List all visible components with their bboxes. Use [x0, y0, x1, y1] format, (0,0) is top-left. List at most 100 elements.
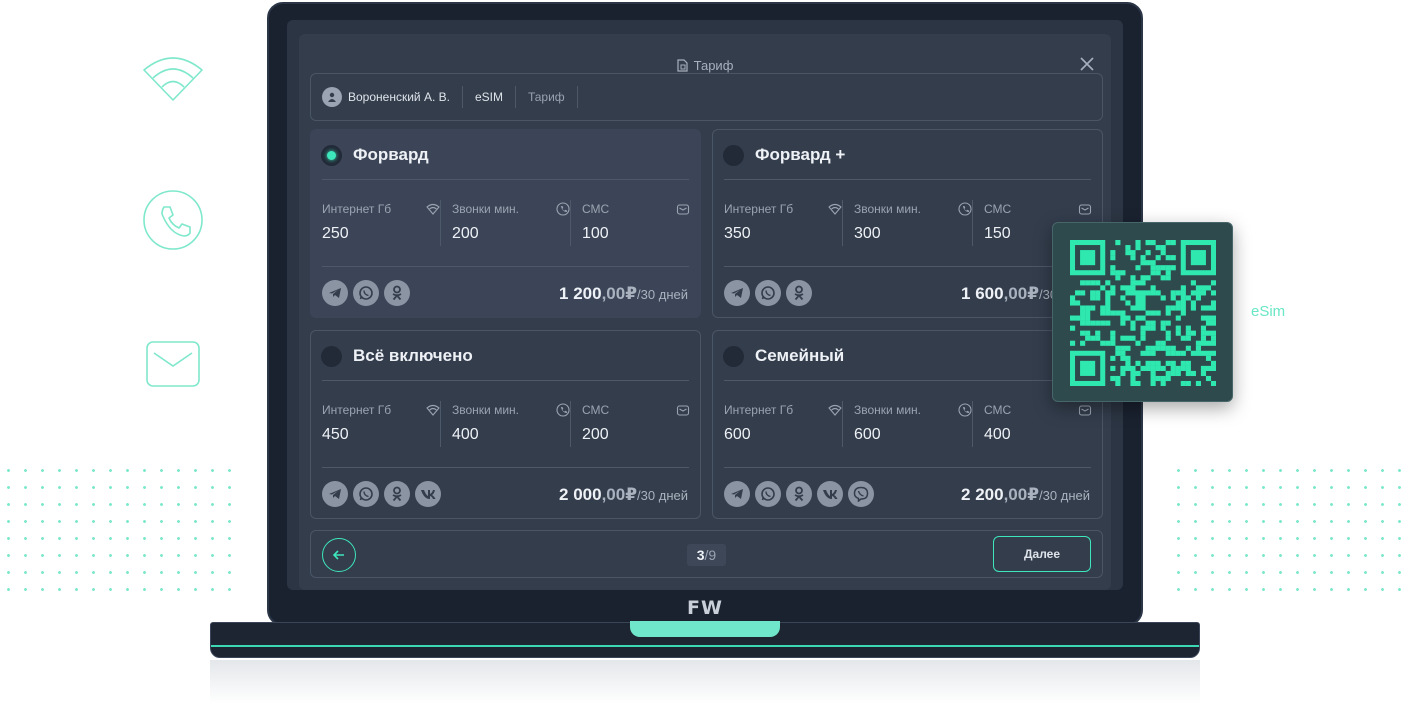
wifi-icon: [426, 403, 440, 417]
plan-radio[interactable]: [723, 145, 744, 166]
esim-label: eSim: [1251, 303, 1286, 320]
tariff-dialog: Тариф Вороненский А. В. eSIM Тариф Форва…: [299, 34, 1111, 590]
breadcrumb-user-name: Вороненский А. В.: [348, 90, 450, 104]
mail-icon: [676, 403, 690, 417]
price-currency: ₽: [625, 284, 638, 303]
whatsapp-icon: [353, 481, 379, 507]
metric-value: 600: [854, 426, 881, 443]
metric-value: 400: [452, 426, 479, 443]
back-button[interactable]: [322, 538, 356, 572]
metric-calls: Звонки мин. 200: [452, 202, 570, 246]
metric-sms: СМС 200: [582, 403, 690, 447]
divider: [724, 179, 1091, 180]
qr-code: [1070, 240, 1216, 386]
plan-card[interactable]: Всё включено Интернет Гб 450 Звонки мин. 400…: [310, 330, 701, 519]
plan-card[interactable]: Семейный Интернет Гб 600 Звонки мин. 600 СМС 4…: [712, 330, 1103, 519]
metric-value: 400: [984, 426, 1011, 443]
metric-label: Интернет Гб: [724, 202, 794, 216]
included-apps: [724, 481, 874, 507]
metric-internet: Интернет Гб 350: [724, 202, 842, 246]
mail-icon: [1078, 403, 1092, 417]
wifi-icon: [143, 57, 203, 101]
metric-label: Интернет Гб: [724, 403, 794, 417]
plan-name: Форвард +: [755, 145, 846, 164]
price-currency: ₽: [1027, 485, 1040, 504]
user-icon: [328, 92, 336, 102]
odnoklassniki-icon: [384, 280, 410, 306]
breadcrumb-user[interactable]: Вороненский А. В.: [322, 86, 463, 108]
included-apps: [724, 280, 812, 306]
divider: [972, 401, 973, 447]
telegram-icon: [724, 280, 750, 306]
divider: [322, 179, 689, 180]
laptop-base: [210, 621, 1200, 658]
metric-label: Интернет Гб: [322, 403, 392, 417]
mail-icon: [676, 202, 690, 216]
metric-internet: Интернет Гб 600: [724, 403, 842, 447]
price-cents: ,00: [601, 284, 626, 303]
metric-label: СМС: [582, 403, 610, 417]
telegram-icon: [724, 481, 750, 507]
price-main: 2 000: [559, 485, 602, 504]
divider: [322, 380, 689, 381]
close-icon[interactable]: [1079, 56, 1095, 72]
laptop-lid: Тариф Вороненский А. В. eSIM Тариф Форва…: [267, 2, 1143, 626]
divider: [972, 200, 973, 246]
metric-label: СМС: [984, 403, 1012, 417]
phone-icon: [958, 403, 972, 417]
price-period: /30 дней: [637, 488, 688, 503]
dialog-title-text: Тариф: [693, 58, 734, 73]
metric-value: 600: [724, 426, 751, 443]
metric-sms: СМС 400: [984, 403, 1092, 447]
plan-card[interactable]: Форвард Интернет Гб 250 Звонки мин. 200 СМС 10…: [310, 129, 701, 318]
divider: [322, 266, 689, 267]
wifi-icon: [828, 403, 842, 417]
plan-card[interactable]: Форвард + Интернет Гб 350 Звонки мин. 300 СМС…: [712, 129, 1103, 318]
metric-value: 450: [322, 426, 349, 443]
divider: [842, 401, 843, 447]
brand-logo: FW: [687, 597, 723, 619]
whatsapp-icon: [353, 280, 379, 306]
breadcrumb-tariff: Тариф: [528, 86, 578, 108]
divider: [842, 200, 843, 246]
odnoklassniki-icon: [786, 280, 812, 306]
laptop-shadow: [210, 660, 1200, 704]
plan-radio[interactable]: [321, 145, 342, 166]
plan-radio[interactable]: [321, 346, 342, 367]
page-current: 3: [696, 547, 705, 563]
price-currency: ₽: [1027, 284, 1040, 303]
metric-calls: Звонки мин. 600: [854, 403, 972, 447]
wifi-icon: [426, 202, 440, 216]
mail-icon: [1078, 202, 1092, 216]
whatsapp-icon: [755, 280, 781, 306]
metric-value: 350: [724, 225, 751, 242]
page-indicator: 3/9: [687, 544, 726, 566]
price-cents: ,00: [1003, 284, 1028, 303]
metric-value: 200: [582, 426, 609, 443]
metric-sms: СМС 100: [582, 202, 690, 246]
divider: [724, 467, 1091, 468]
metric-internet: Интернет Гб 250: [322, 202, 440, 246]
metric-label: СМС: [582, 202, 610, 216]
divider: [570, 200, 571, 246]
divider: [570, 401, 571, 447]
odnoklassniki-icon: [786, 481, 812, 507]
metric-label: Звонки мин.: [854, 403, 921, 417]
promo-stage: Тариф Вороненский А. В. eSIM Тариф Форва…: [0, 0, 1410, 704]
metric-label: СМС: [984, 202, 1012, 216]
phone-icon: [958, 202, 972, 216]
breadcrumb-esim[interactable]: eSIM: [475, 86, 516, 108]
next-button[interactable]: Далее: [993, 536, 1091, 572]
price-main: 1 600: [961, 284, 1004, 303]
plan-radio[interactable]: [723, 346, 744, 367]
price-cents: ,00: [1003, 485, 1028, 504]
metric-label: Звонки мин.: [452, 403, 519, 417]
dialog-title: Тариф: [299, 58, 1111, 73]
price-main: 2 200: [961, 485, 1004, 504]
plan-price: 2 000,00₽/30 дней: [559, 485, 688, 505]
document-icon: [677, 59, 688, 72]
telegram-icon: [322, 481, 348, 507]
divider: [440, 200, 441, 246]
plan-price: 2 200,00₽/30 дней: [961, 485, 1090, 505]
plan-name: Форвард: [353, 145, 429, 164]
